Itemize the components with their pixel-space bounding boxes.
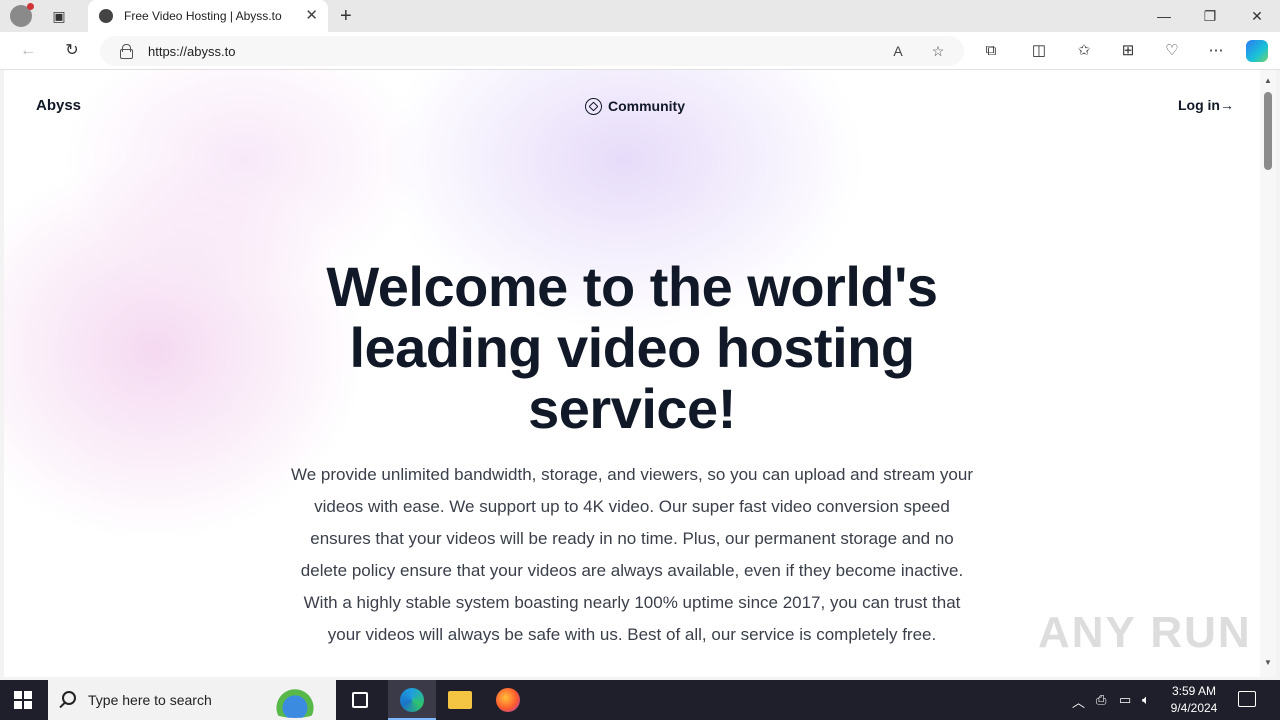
taskbar-edge[interactable] [388, 680, 436, 720]
address-bar[interactable]: https://abyss.to A ☆ [100, 36, 964, 66]
extensions-icon[interactable]: ⧉ [980, 41, 1002, 61]
notification-icon[interactable] [1238, 691, 1256, 707]
taskbar-file-explorer[interactable] [436, 680, 484, 720]
search-icon [62, 691, 76, 705]
clock-date: 9/4/2024 [1170, 701, 1218, 715]
hero-title: Welcome to the world's leading video hos… [326, 255, 938, 440]
tab-title: Free Video Hosting | Abyss.to [124, 9, 282, 23]
taskbar-firefox[interactable] [484, 680, 532, 720]
restore-icon[interactable]: ❐ [1200, 6, 1220, 26]
taskbar-search-box[interactable]: Type here to search [48, 680, 336, 720]
scroll-up-icon[interactable]: ▲ [1264, 76, 1272, 85]
tab-actions-icon[interactable]: ▣ [50, 7, 68, 25]
favorite-star-icon[interactable]: ☆ [928, 41, 948, 61]
soccer-ball-icon [585, 97, 602, 115]
device-icon[interactable]: ⎙ [1096, 692, 1106, 708]
minimize-icon[interactable]: — [1154, 6, 1174, 26]
profile-avatar-icon[interactable] [10, 3, 34, 27]
browser-essentials-icon[interactable]: ♡ [1161, 41, 1183, 61]
window-close-icon[interactable]: ✕ [1247, 6, 1267, 26]
firefox-icon [496, 688, 520, 712]
address-url[interactable]: https://abyss.to [148, 44, 235, 59]
task-view-button[interactable] [336, 680, 384, 720]
page-viewport: Abyss Community Log in→ Welcome to the w… [4, 70, 1260, 677]
back-icon[interactable]: ← [18, 41, 38, 61]
favorites-icon[interactable]: ✩ [1073, 41, 1095, 61]
system-clock[interactable]: 3:59 AM 9/4/2024 [1160, 683, 1228, 717]
show-hidden-icons-icon[interactable]: ︿ [1072, 692, 1085, 711]
site-logo[interactable]: Abyss [36, 97, 81, 114]
more-menu-icon[interactable]: ⋯ [1205, 41, 1227, 61]
read-aloud-icon[interactable]: A [888, 41, 908, 61]
anyrun-watermark: ANY RUN [1038, 608, 1252, 657]
search-highlight-icon [262, 684, 328, 718]
edge-icon [400, 688, 424, 712]
folder-icon [448, 691, 472, 709]
windows-start-icon[interactable] [14, 691, 32, 709]
community-label: Community [608, 98, 685, 114]
login-link[interactable]: Log in→ [1178, 97, 1234, 113]
volume-icon[interactable]: 🔈︎ [1142, 692, 1150, 708]
new-tab-icon[interactable]: + [340, 4, 352, 28]
page-scrollbar[interactable]: ▲ ▼ [1260, 70, 1276, 677]
hero-description: We provide unlimited bandwidth, storage,… [291, 465, 973, 644]
tab-close-icon[interactable]: ✕ [305, 7, 318, 25]
site-favicon-icon [99, 9, 113, 23]
browser-tab-bar: ▣ Free Video Hosting | Abyss.to ✕ + — ❐ … [0, 0, 1280, 32]
scroll-thumb[interactable] [1264, 92, 1272, 170]
collections-icon[interactable]: ⊞ [1117, 41, 1139, 61]
browser-tab-active[interactable]: Free Video Hosting | Abyss.to ✕ [88, 0, 328, 32]
copilot-icon[interactable] [1246, 40, 1268, 62]
browser-toolbar: ← ↻ https://abyss.to A ☆ ⧉ ◫ ✩ ⊞ ♡ ⋯ [0, 32, 1280, 70]
split-screen-icon[interactable]: ◫ [1028, 41, 1050, 61]
network-icon[interactable]: ▭ [1119, 692, 1131, 708]
refresh-icon[interactable]: ↻ [62, 41, 82, 61]
task-view-icon [352, 692, 368, 708]
community-link[interactable]: Community [585, 96, 685, 116]
clock-time: 3:59 AM [1171, 684, 1217, 698]
scroll-down-icon[interactable]: ▼ [1264, 658, 1272, 667]
windows-taskbar: Type here to search ︿ ⎙ ▭ 🔈︎ 3:59 AM 9/4… [0, 680, 1280, 720]
taskbar-search-placeholder: Type here to search [88, 692, 212, 708]
lock-icon[interactable] [120, 44, 133, 59]
